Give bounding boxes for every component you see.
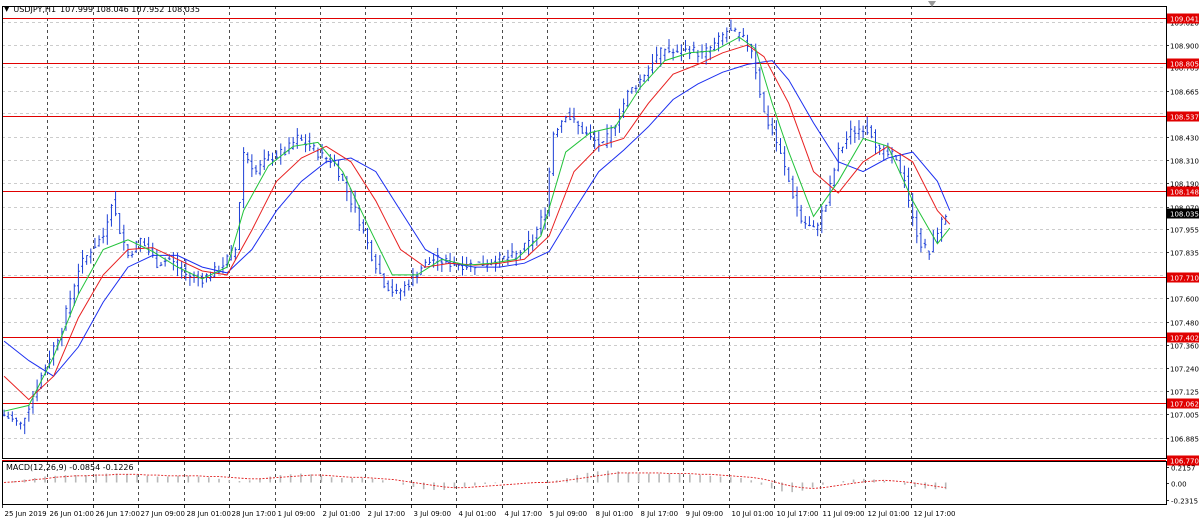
time-tick-label: 26 Jun 01:00 xyxy=(50,510,94,518)
triangle-down-icon[interactable]: ▼ xyxy=(4,5,9,13)
level-price-label: 108.537 xyxy=(1170,114,1199,122)
price-tick-label: 107.955 xyxy=(1170,227,1199,235)
time-tick-label: 8 Jul 01:00 xyxy=(596,510,634,518)
macd-tick-label: 0.00 xyxy=(1171,481,1187,489)
price-tick-label: 107.480 xyxy=(1170,320,1199,328)
time-tick-label: 10 Jul 01:00 xyxy=(732,510,774,518)
time-tick-label: 5 Jul 09:00 xyxy=(550,510,588,518)
price-tick-label: 108.900 xyxy=(1170,43,1199,51)
time-tick-label: 4 Jul 17:00 xyxy=(505,510,543,518)
chart-background xyxy=(0,0,1200,523)
level-price-label: 108.148 xyxy=(1170,189,1199,197)
chart-shift-icon[interactable] xyxy=(928,1,936,7)
level-price-label: 107.402 xyxy=(1170,335,1199,343)
price-chart[interactable]: 109.020108.900108.785108.665108.550108.4… xyxy=(0,0,1200,523)
time-tick-label: 25 Jun 2019 xyxy=(5,510,47,518)
time-tick-label: 9 Jul 09:00 xyxy=(686,510,724,518)
price-tick-label: 107.600 xyxy=(1170,296,1199,304)
level-price-label: 107.062 xyxy=(1170,401,1199,409)
price-tick-label: 106.885 xyxy=(1170,436,1199,444)
price-tick-label: 108.430 xyxy=(1170,135,1199,143)
price-tick-label: 107.125 xyxy=(1170,389,1199,397)
macd-label: MACD(12,26,9) -0.0854 -0.1226 xyxy=(6,463,134,472)
level-price-label: 108.805 xyxy=(1170,61,1199,69)
macd-tick-label: -0.2315 xyxy=(1171,498,1198,506)
time-tick-label: 1 Jul 09:00 xyxy=(278,510,316,518)
time-tick-label: 12 Jul 01:00 xyxy=(868,510,910,518)
time-tick-label: 28 Jun 01:00 xyxy=(187,510,231,518)
time-tick-label: 4 Jul 01:00 xyxy=(459,510,497,518)
time-tick-label: 12 Jul 17:00 xyxy=(914,510,956,518)
time-tick-label: 11 Jul 09:00 xyxy=(823,510,865,518)
current-price-label: 108.035 xyxy=(1170,211,1199,219)
time-tick-label: 2 Jul 01:00 xyxy=(323,510,361,518)
chart-title-bar: ▼ USDJPY,H1 107.999 108.046 107.952 108.… xyxy=(4,2,200,16)
macd-tick-label: 0.2157 xyxy=(1171,465,1196,473)
price-tick-label: 107.360 xyxy=(1170,343,1199,351)
level-price-label: 107.710 xyxy=(1170,275,1199,283)
price-tick-label: 107.835 xyxy=(1170,250,1199,258)
time-tick-label: 26 Jun 17:00 xyxy=(96,510,140,518)
time-tick-label: 3 Jul 09:00 xyxy=(414,510,452,518)
time-tick-label: 10 Jul 17:00 xyxy=(777,510,819,518)
symbol-label: USDJPY,H1 xyxy=(13,4,57,14)
ohlc-readout: 107.999 108.046 107.952 108.035 xyxy=(60,4,200,14)
level-price-label: 109.041 xyxy=(1170,16,1199,24)
price-tick-label: 107.240 xyxy=(1170,366,1199,374)
price-tick-label: 108.310 xyxy=(1170,158,1199,166)
price-tick-label: 108.665 xyxy=(1170,89,1199,97)
time-tick-label: 28 Jun 17:00 xyxy=(232,510,276,518)
price-tick-label: 107.005 xyxy=(1170,412,1199,420)
time-tick-label: 8 Jul 17:00 xyxy=(641,510,679,518)
time-tick-label: 27 Jun 09:00 xyxy=(141,510,185,518)
time-tick-label: 2 Jul 17:00 xyxy=(368,510,406,518)
